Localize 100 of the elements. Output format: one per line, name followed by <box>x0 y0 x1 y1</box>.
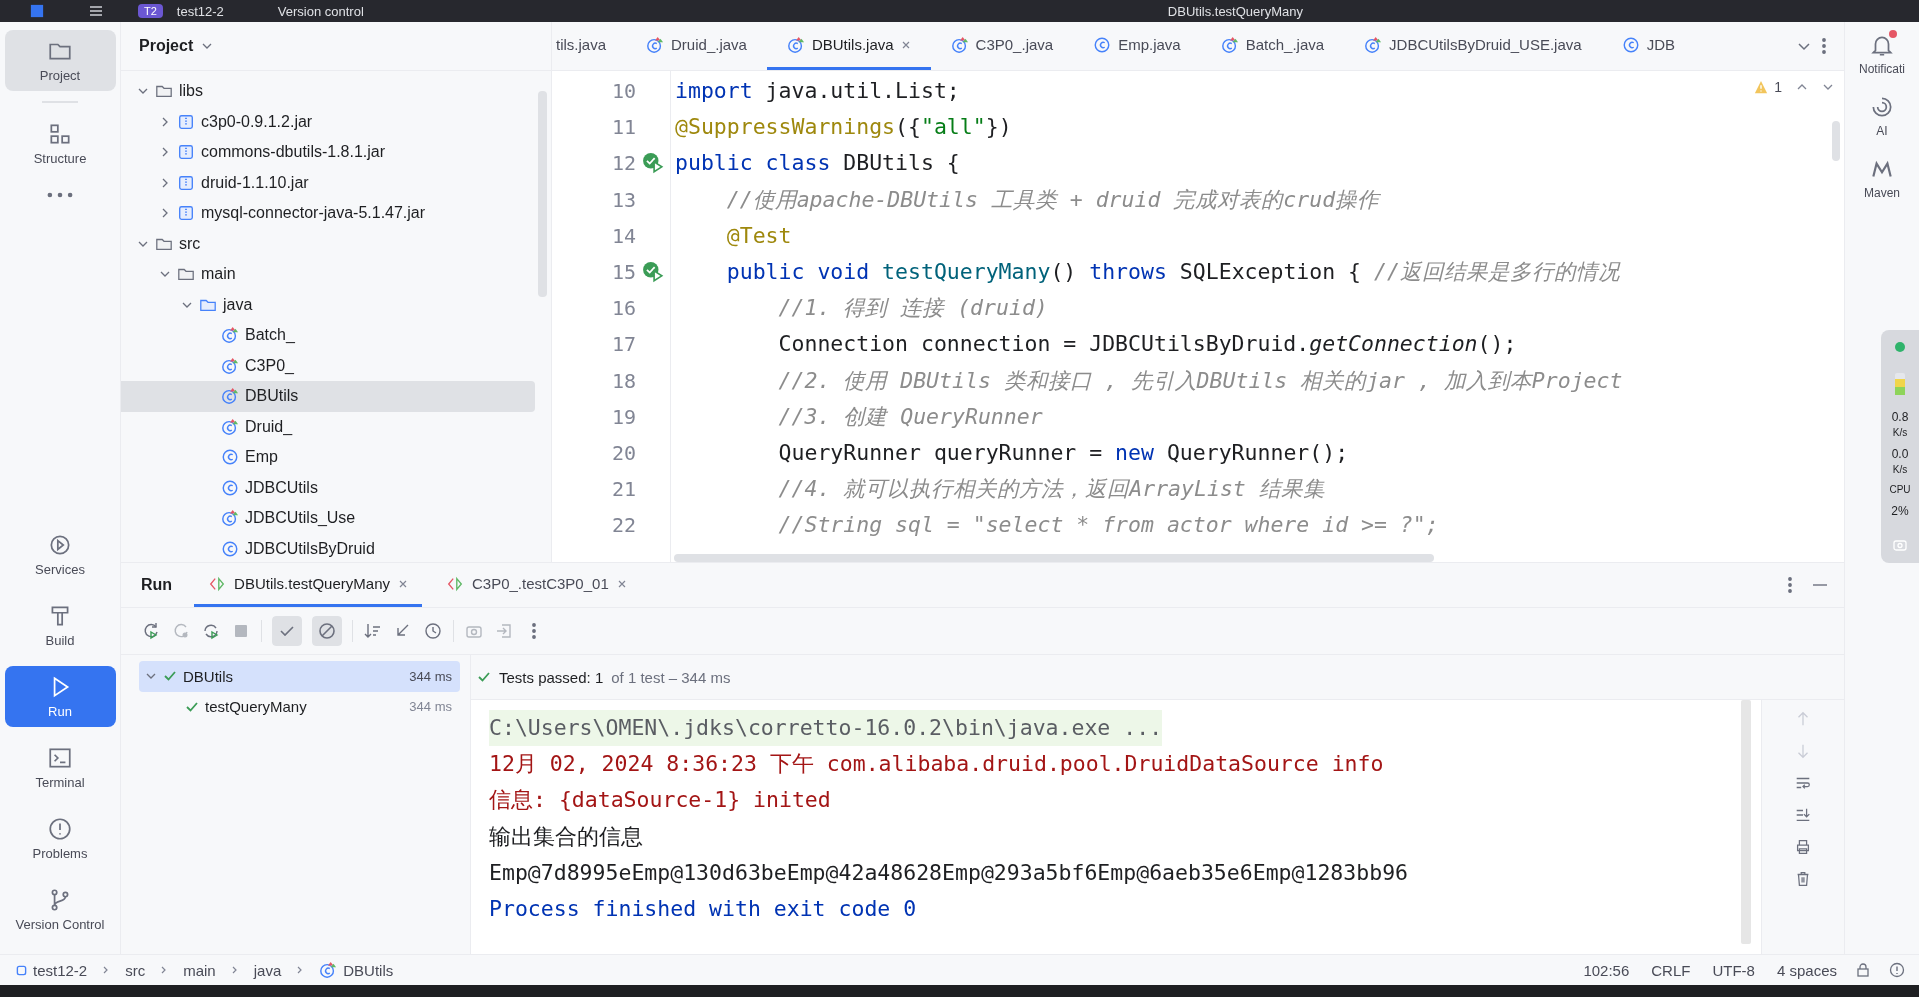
check-icon <box>477 670 491 684</box>
console-line: Process finished with exit code 0 <box>489 894 917 923</box>
code-line: public class DBUtils { <box>675 149 961 178</box>
tool-window-button[interactable]: Problems <box>4 808 116 869</box>
test-result-icon <box>208 574 227 593</box>
tree-item[interactable]: C3P0_ <box>121 350 535 381</box>
test-item[interactable]: testQueryMany 344 ms <box>139 691 460 722</box>
tool-window-button[interactable]: Version Control <box>4 879 116 940</box>
run-test-icon[interactable] <box>642 261 664 284</box>
warning-count[interactable]: 1 <box>1774 79 1782 95</box>
editor-tab[interactable]: Batch_.java <box>1200 22 1345 70</box>
tree-item[interactable]: src <box>121 228 535 259</box>
tool-window-button[interactable]: Project <box>4 30 116 91</box>
breadcrumb[interactable]: test12-2 <box>16 961 88 979</box>
tree-item[interactable]: libs <box>121 76 535 107</box>
test-class-icon <box>221 509 239 528</box>
console-line: 输出集合的信息 <box>489 822 643 851</box>
breadcrumb[interactable]: main <box>183 961 216 979</box>
download-unit: K/s <box>1892 464 1908 475</box>
breadcrumb[interactable]: DBUtils <box>319 961 394 979</box>
show-ignored-toggle[interactable] <box>312 616 342 646</box>
tree-item[interactable]: JDBCUtilsByDruid <box>121 533 535 562</box>
indent-setting[interactable]: 4 spaces <box>1776 961 1837 979</box>
line-separator[interactable]: CRLF <box>1651 961 1691 979</box>
editor-tab[interactable]: DBUtils.java <box>766 22 931 70</box>
tool-window-button[interactable]: Maven <box>1864 156 1900 200</box>
jar-icon <box>177 112 195 131</box>
panel-title[interactable]: Project <box>139 37 194 55</box>
tree-item[interactable]: DBUtils <box>121 381 535 412</box>
tool-window-button[interactable]: AI <box>1869 94 1895 138</box>
line-number: 18 <box>611 368 636 393</box>
line-number: 12 <box>611 151 636 176</box>
tree-item[interactable]: druid-1.1.10.jar <box>121 167 535 198</box>
scrollbar[interactable] <box>1832 121 1840 161</box>
tree-item[interactable]: Druid_ <box>121 411 535 442</box>
tree-item[interactable]: commons-dbutils-1.8.1.jar <box>121 137 535 168</box>
cpu-label: CPU <box>1889 484 1911 495</box>
lock-icon[interactable] <box>1855 962 1871 978</box>
scrollbar[interactable] <box>674 554 1434 562</box>
tree-item[interactable]: mysql-connector-java-5.1.47.jar <box>121 198 535 229</box>
editor-tab[interactable]: JDBCUtilsByDruid_USE.java <box>1344 22 1602 70</box>
close-icon[interactable] <box>900 39 911 50</box>
jar-icon <box>177 204 195 223</box>
code-line: @Test <box>725 221 793 250</box>
test-item[interactable]: DBUtils 344 ms <box>139 661 460 692</box>
scroll-to-end-icon[interactable] <box>1794 806 1812 824</box>
editor-tab[interactable]: Druid_.java <box>626 22 767 70</box>
tree-item[interactable]: Emp <box>121 442 535 473</box>
scrollbar[interactable] <box>538 91 547 297</box>
tool-window-button[interactable]: Build <box>4 595 116 656</box>
tool-window-button[interactable]: Services <box>4 524 116 585</box>
scrollbar[interactable] <box>1741 700 1751 944</box>
run-configuration[interactable]: DBUtils.testQueryMany <box>1167 3 1303 19</box>
jar-icon <box>177 173 195 192</box>
test-class-icon <box>1220 35 1239 54</box>
menu-icon[interactable] <box>88 3 104 19</box>
close-icon[interactable] <box>398 578 408 589</box>
tree-item[interactable]: main <box>121 259 535 290</box>
problems-icon <box>47 816 73 842</box>
line-number: 21 <box>611 477 636 502</box>
tree-item[interactable]: java <box>121 289 535 320</box>
tree-item[interactable]: Batch_ <box>121 320 535 351</box>
print-icon[interactable] <box>1794 838 1812 856</box>
vcs-widget[interactable]: Version control <box>277 3 364 19</box>
editor-tab[interactable]: JDB <box>1601 22 1695 70</box>
tool-window-button[interactable]: Structure <box>4 113 116 174</box>
tree-item[interactable]: JDBCUtils_Use <box>121 503 535 534</box>
editor-tab[interactable]: C3P0_.java <box>930 22 1074 70</box>
test-class-icon <box>1364 35 1383 54</box>
caret-position[interactable]: 102:56 <box>1583 961 1630 979</box>
breadcrumb[interactable]: src <box>125 961 146 979</box>
tree-item[interactable]: c3p0-0.9.1.2.jar <box>121 106 535 137</box>
breadcrumb[interactable]: java <box>253 961 282 979</box>
editor-tab[interactable]: Emp.java <box>1073 22 1201 70</box>
app-logo-icon <box>30 4 44 18</box>
code-line: //使用apache-DBUtils 工具类 + druid 完成对表的crud操作 <box>725 185 1382 214</box>
close-icon[interactable] <box>616 578 627 589</box>
project-badge[interactable]: T2 <box>138 4 163 18</box>
file-encoding[interactable]: UTF-8 <box>1712 961 1755 979</box>
tool-window-button[interactable]: Run <box>4 666 116 727</box>
tree-item[interactable]: JDBCUtils <box>121 472 535 503</box>
test-class-icon <box>319 961 338 979</box>
project-name[interactable]: test12-2 <box>176 3 224 19</box>
run-tab[interactable]: DBUtils.testQueryMany <box>194 563 422 607</box>
status-dot <box>1895 342 1905 352</box>
memory-gauge-icon <box>1895 373 1905 395</box>
upload-unit: K/s <box>1892 427 1908 438</box>
history-icon[interactable] <box>423 621 443 641</box>
run-test-icon[interactable] <box>642 152 664 175</box>
tool-window-button[interactable]: Notificati <box>1859 32 1905 76</box>
code-line: //3. 创建 QueryRunner <box>777 402 1044 431</box>
problems-icon[interactable] <box>1889 962 1905 978</box>
editor-tab[interactable]: tils.java <box>552 22 627 70</box>
test-class-icon <box>950 35 969 54</box>
line-number: 16 <box>611 296 636 321</box>
test-result-icon <box>446 574 464 593</box>
show-passed-toggle[interactable] <box>272 616 302 646</box>
run-tab[interactable]: C3P0_.testC3P0_01 <box>432 563 641 607</box>
tool-window-button[interactable]: Terminal <box>4 737 116 798</box>
test-class-icon <box>221 356 239 375</box>
